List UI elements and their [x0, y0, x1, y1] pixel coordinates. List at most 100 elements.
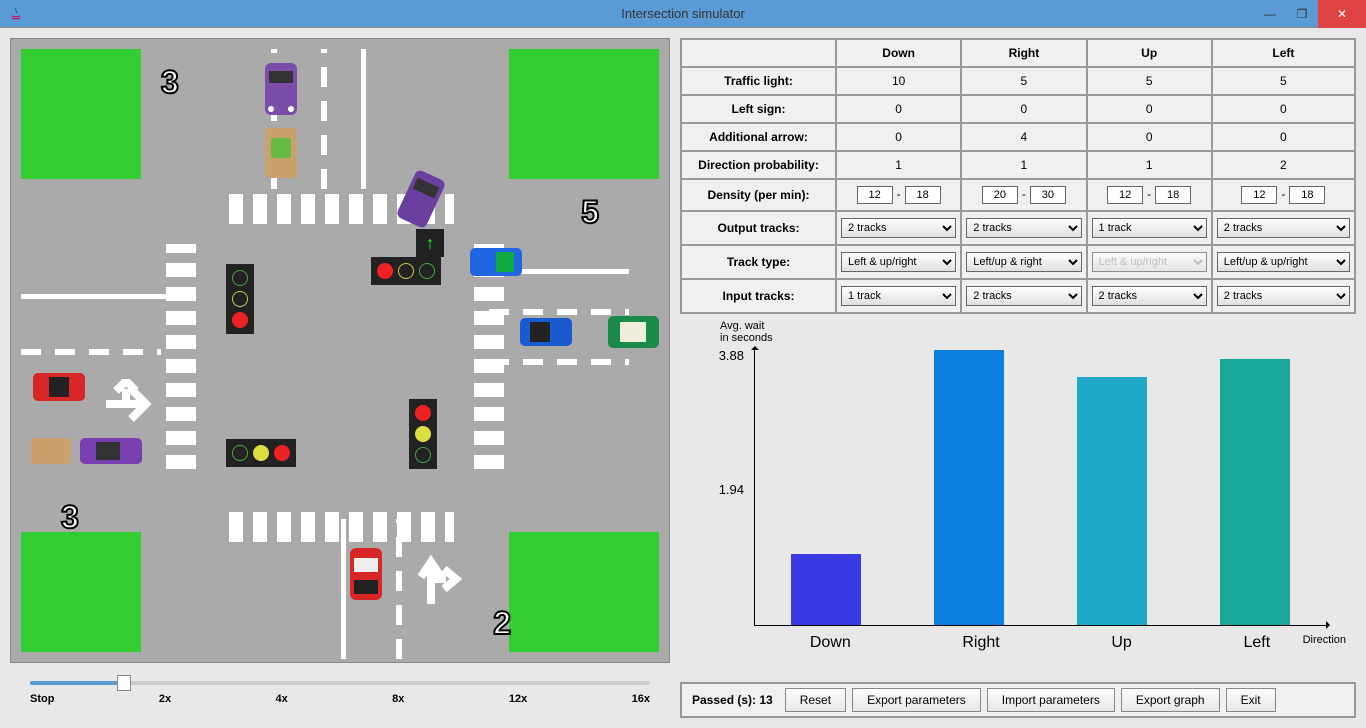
y-tick: 3.88: [719, 348, 744, 363]
cell: 0: [1212, 123, 1355, 151]
chart-ylabel: Avg. wait in seconds: [720, 320, 773, 344]
counter-bottom-left: 3: [61, 499, 79, 536]
cell: 2: [1212, 151, 1355, 179]
close-button[interactable]: ✕: [1318, 0, 1366, 28]
col-header: Up: [1087, 39, 1212, 67]
in-tracks-select[interactable]: 1 track: [841, 286, 956, 306]
chart-category: Down: [810, 634, 851, 652]
density-max[interactable]: [1155, 186, 1191, 204]
parameter-table: Down Right Up Left Traffic light: 10 5 5…: [680, 38, 1356, 314]
row-label: Direction probability:: [681, 151, 836, 179]
row-label: Additional arrow:: [681, 123, 836, 151]
car-green: [606, 314, 661, 350]
simulation-canvas: 3 5 3 2: [10, 38, 670, 663]
density-max[interactable]: [1030, 186, 1066, 204]
car-blue: [466, 244, 526, 280]
slider-tick: 2x: [159, 693, 171, 705]
in-tracks-select[interactable]: 2 tracks: [966, 286, 1081, 306]
out-tracks-select[interactable]: 2 tracks: [841, 218, 956, 238]
density-max[interactable]: [1289, 186, 1325, 204]
cell: 5: [1212, 67, 1355, 95]
titlebar: Intersection simulator — ❐ ✕: [0, 0, 1366, 28]
slider-tick: 4x: [276, 693, 288, 705]
out-tracks-select[interactable]: 2 tracks: [966, 218, 1081, 238]
cell: 10: [836, 67, 961, 95]
cell: 4: [961, 123, 1086, 151]
chart-bar: [1220, 359, 1290, 625]
minimize-button[interactable]: —: [1254, 0, 1286, 28]
reset-button[interactable]: Reset: [785, 688, 846, 712]
row-label: Density (per min):: [681, 179, 836, 211]
out-tracks-select[interactable]: 1 track: [1092, 218, 1207, 238]
density-min[interactable]: [857, 186, 893, 204]
cell: 1: [1087, 151, 1212, 179]
export-params-button[interactable]: Export parameters: [852, 688, 981, 712]
cell: 0: [836, 123, 961, 151]
counter-bottom-right: 2: [493, 605, 511, 642]
chart-bar: [934, 350, 1004, 625]
cell: 0: [961, 95, 1086, 123]
row-label: Input tracks:: [681, 279, 836, 313]
counter-top-right: 5: [581, 194, 599, 231]
col-header: Right: [961, 39, 1086, 67]
slider-tick: 12x: [509, 693, 527, 705]
in-tracks-select[interactable]: 2 tracks: [1092, 286, 1207, 306]
traffic-light: [409, 399, 437, 469]
car-purple: [76, 434, 146, 468]
slider-tick: 16x: [632, 693, 650, 705]
in-tracks-select[interactable]: 2 tracks: [1217, 286, 1350, 306]
row-label: Traffic light:: [681, 67, 836, 95]
col-header: Down: [836, 39, 961, 67]
car-brown: [29, 434, 73, 468]
chart-bar: [791, 554, 861, 625]
chart-bar: [1077, 377, 1147, 625]
track-type-select: Left & up/right: [1092, 252, 1207, 272]
turn-arrow-icon: [416, 549, 466, 609]
export-graph-button[interactable]: Export graph: [1121, 688, 1220, 712]
density-min[interactable]: [982, 186, 1018, 204]
bottom-bar: Passed (s): 13 Reset Export parameters I…: [680, 682, 1356, 718]
slider-tick: Stop: [30, 693, 54, 705]
slider-tick: 8x: [392, 693, 404, 705]
cell: 1: [836, 151, 961, 179]
car-blue: [516, 314, 576, 350]
density-max[interactable]: [905, 186, 941, 204]
track-type-select[interactable]: Left/up & up/right: [1217, 252, 1350, 272]
density-min[interactable]: [1241, 186, 1277, 204]
cell: 0: [1212, 95, 1355, 123]
chart-xlabel: Direction: [1303, 634, 1346, 646]
cell: 1: [961, 151, 1086, 179]
car-red: [346, 544, 386, 604]
cell: 0: [836, 95, 961, 123]
wait-chart: Avg. wait in seconds 3.88 1.94 DownRight…: [680, 320, 1356, 676]
y-tick: 1.94: [719, 482, 744, 497]
passed-label: Passed (s): 13: [686, 693, 779, 707]
row-label: Left sign:: [681, 95, 836, 123]
col-header: Left: [1212, 39, 1355, 67]
chart-category: Left: [1243, 634, 1270, 652]
out-tracks-select[interactable]: 2 tracks: [1217, 218, 1350, 238]
cell: 5: [961, 67, 1086, 95]
turn-arrow-icon: [101, 379, 161, 429]
row-label: Track type:: [681, 245, 836, 279]
speed-slider[interactable]: Stop 2x 4x 8x 12x 16x: [10, 673, 670, 705]
track-type-select[interactable]: Left/up & right: [966, 252, 1081, 272]
car-brown: [261, 124, 301, 182]
car-red: [29, 369, 89, 405]
track-type-select[interactable]: Left & up/right: [841, 252, 956, 272]
window-title: Intersection simulator: [621, 6, 745, 21]
counter-top-left: 3: [161, 64, 179, 101]
chart-category: Up: [1111, 634, 1131, 652]
cell: 0: [1087, 123, 1212, 151]
traffic-light: [371, 257, 441, 285]
traffic-light: [226, 439, 296, 467]
cell: 5: [1087, 67, 1212, 95]
import-params-button[interactable]: Import parameters: [987, 688, 1115, 712]
row-label: Output tracks:: [681, 211, 836, 245]
exit-button[interactable]: Exit: [1226, 688, 1276, 712]
java-icon: [8, 6, 24, 22]
window-controls: — ❐ ✕: [1254, 0, 1366, 28]
density-min[interactable]: [1107, 186, 1143, 204]
cell: 0: [1087, 95, 1212, 123]
maximize-button[interactable]: ❐: [1286, 0, 1318, 28]
